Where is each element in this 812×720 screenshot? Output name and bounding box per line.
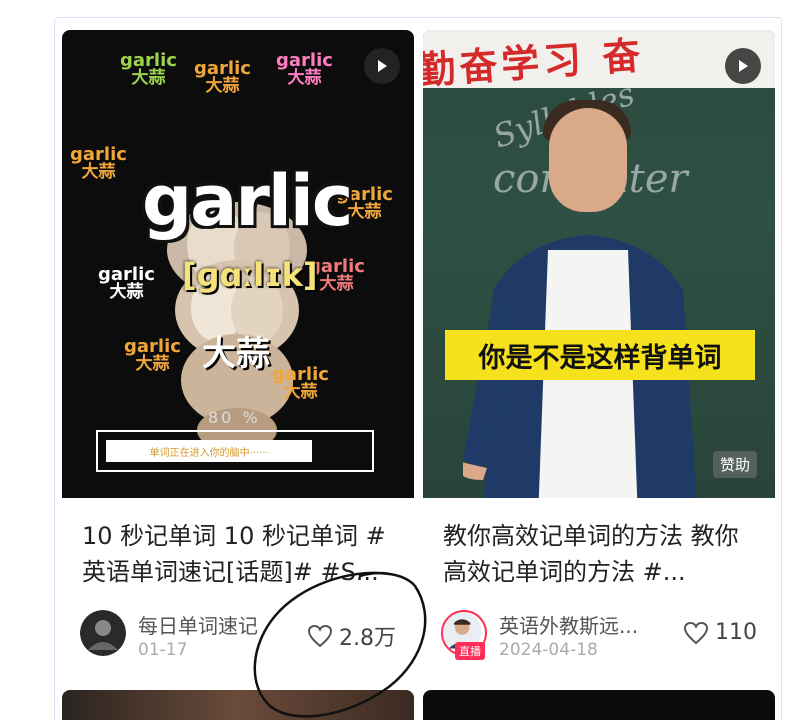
live-badge: 直播 [455, 642, 485, 660]
heart-icon [307, 624, 333, 648]
card-title[interactable]: 教你高效记单词的方法 教你高效记单词的方法 #... [423, 518, 775, 590]
play-icon [739, 60, 748, 72]
like-button[interactable]: 110 [683, 620, 757, 645]
progress-fill: 单词正在进入你的脑中······ [106, 440, 313, 462]
avatar[interactable]: 直播 [441, 610, 487, 660]
like-button[interactable]: 2.8万 [307, 620, 396, 652]
like-count: 2.8万 [339, 626, 396, 651]
play-button[interactable] [725, 48, 761, 84]
play-icon [378, 60, 387, 72]
garlic-label: garlic 大蒜 [194, 58, 251, 96]
like-count: 110 [715, 620, 757, 645]
card-meta: 直播 英语外教斯远... 2024-04-18 110 [423, 610, 775, 670]
card-title[interactable]: 10 秒记单词 10 秒记单词 #英语单词速记[话题]# #S... [62, 518, 414, 590]
headword: garlic [142, 160, 353, 242]
sponsor-badge: 赞助 [712, 451, 757, 478]
video-card-next[interactable] [62, 690, 414, 720]
progress-bar: 单词正在进入你的脑中······ [96, 430, 374, 472]
author-name[interactable]: 英语外教斯远... [499, 610, 638, 639]
video-thumbnail[interactable]: garlic 大蒜 garlic 大蒜 garlic 大蒜 garlic 大蒜 garl… [62, 30, 414, 498]
avatar[interactable] [80, 610, 126, 656]
author-name[interactable]: 每日单词速记 [138, 610, 258, 639]
word-meaning: 大蒜 [202, 334, 270, 374]
video-caption: 你是不是这样背单词 [445, 330, 755, 380]
video-card[interactable]: garlic 大蒜 garlic 大蒜 garlic 大蒜 garlic 大蒜 garl… [62, 30, 414, 670]
garlic-label: garlic 大蒜 [276, 50, 333, 88]
post-date: 01-17 [138, 640, 188, 660]
heart-icon [683, 621, 709, 644]
classroom-banner: 勤奋学习 奋 [423, 30, 775, 88]
phonetic: [ɡɑːlɪk] [182, 256, 318, 294]
video-card-next[interactable] [423, 690, 775, 720]
video-thumbnail[interactable]: 勤奋学习 奋 Syllables computer 你是不是这样背单词 赞助 [423, 30, 775, 498]
teacher-head [549, 108, 627, 212]
play-button[interactable] [364, 48, 400, 84]
post-date: 2024-04-18 [499, 640, 598, 660]
card-meta: 每日单词速记 01-17 2.8万 [62, 610, 414, 670]
garlic-label: garlic 大蒜 [70, 144, 127, 182]
garlic-label: garlic 大蒜 [272, 364, 329, 402]
garlic-label: garlic 大蒜 [98, 264, 155, 302]
progress-percent: 80 % [208, 408, 261, 427]
garlic-label: garlic 大蒜 [124, 336, 181, 374]
garlic-label: garlic 大蒜 [120, 50, 177, 88]
video-card[interactable]: 勤奋学习 奋 Syllables computer 你是不是这样背单词 赞助 教… [423, 30, 775, 670]
